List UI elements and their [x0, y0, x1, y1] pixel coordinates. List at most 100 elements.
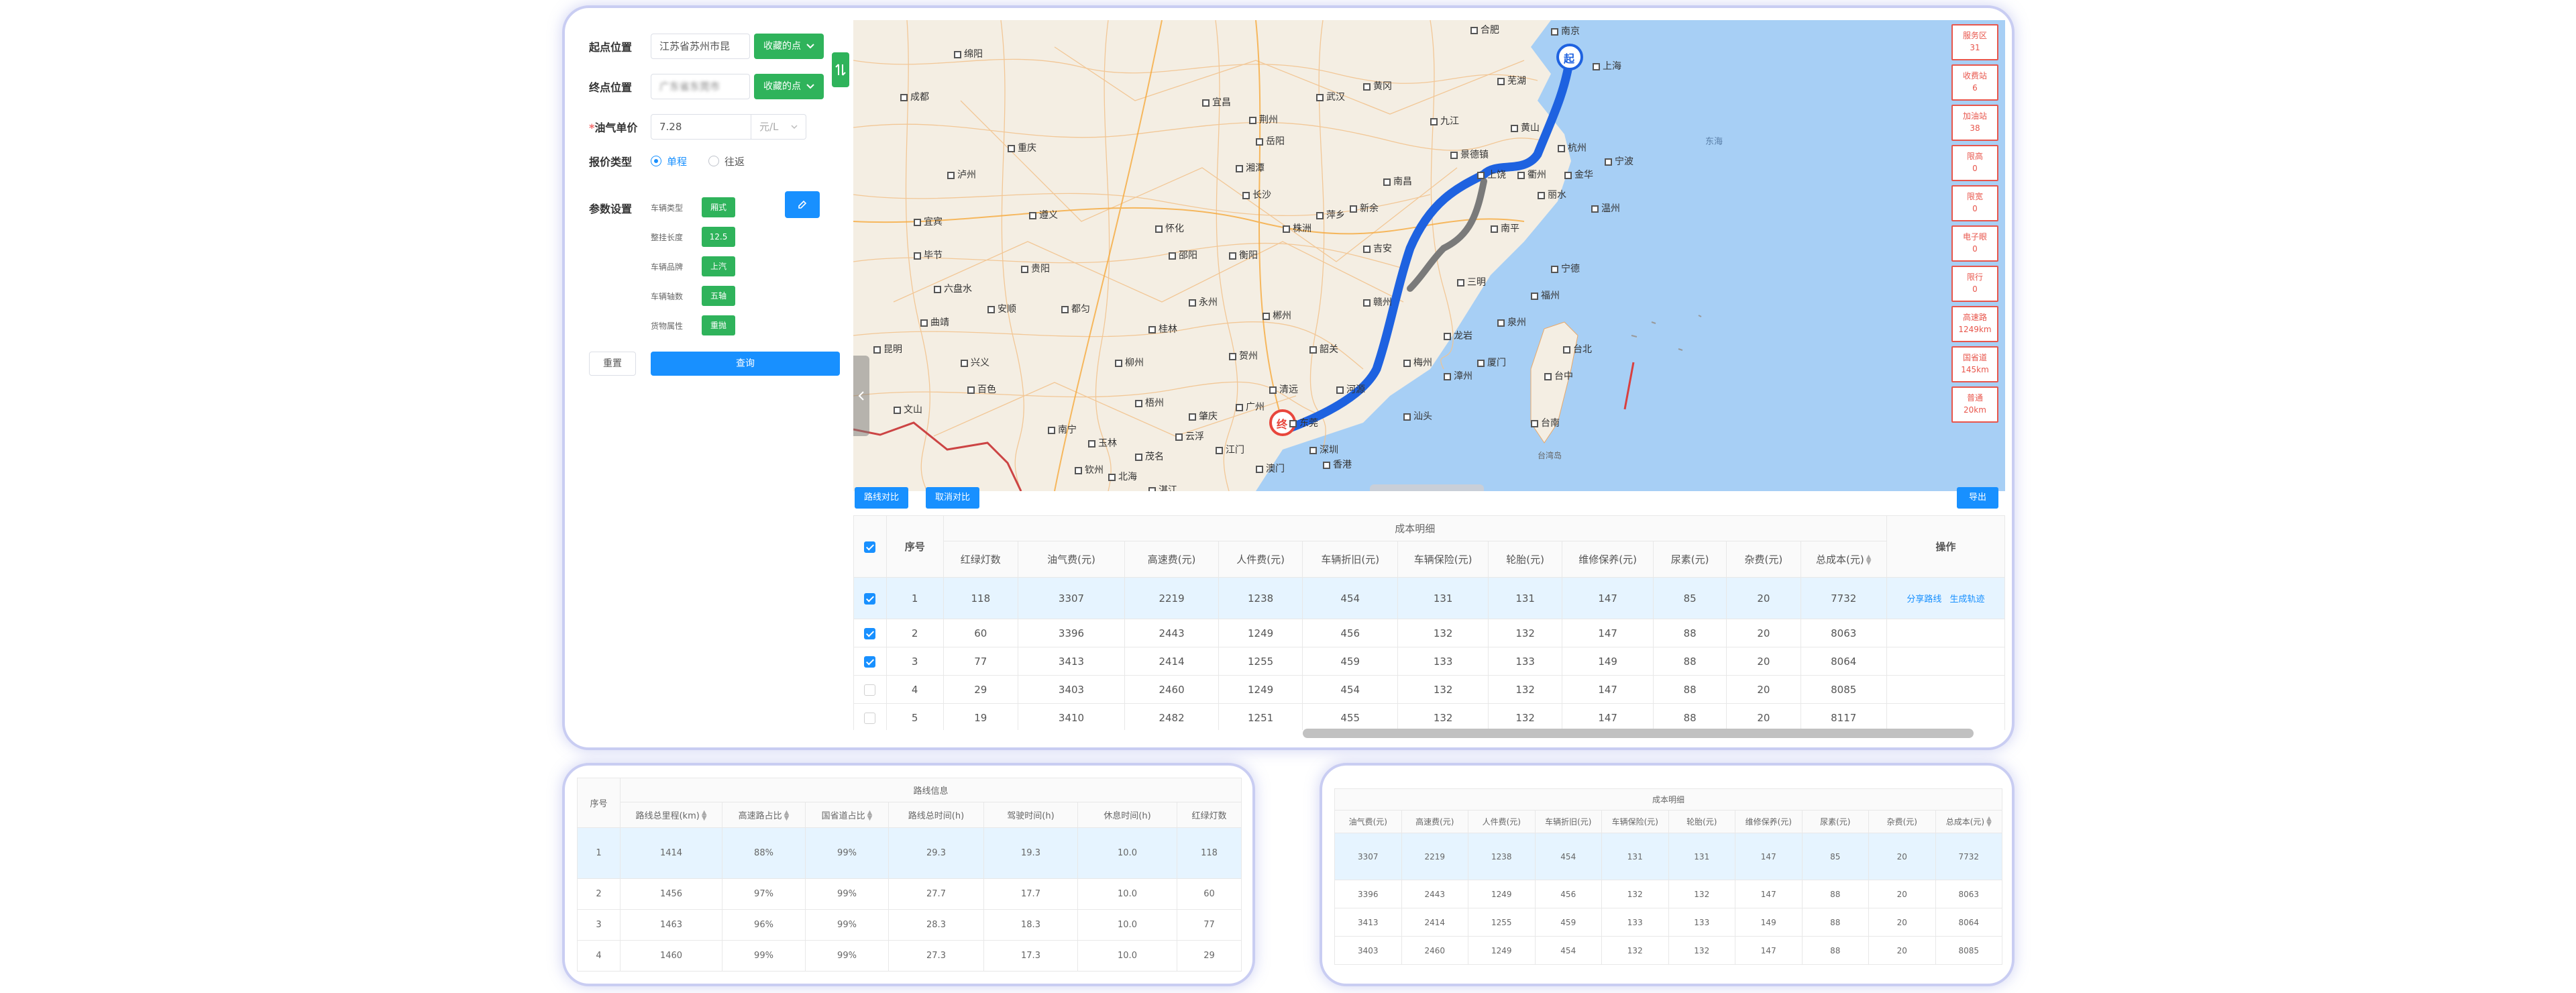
- side-filter-button[interactable]: 电子眼 0: [1951, 225, 1998, 262]
- param-value-tag[interactable]: 重抛: [702, 315, 735, 335]
- end-input[interactable]: 广东省东莞市: [651, 74, 750, 99]
- map-city: 曲靖: [920, 315, 949, 329]
- sort-icon[interactable]: ▲ ▼: [1866, 554, 1872, 566]
- select-all-cell[interactable]: [853, 515, 887, 578]
- table-row[interactable]: 4 1460 99% 99% 27.3 17.3 10.0 29: [577, 940, 1242, 972]
- table-cell: 18.3: [983, 909, 1078, 941]
- side-filter-button[interactable]: 限行 0: [1951, 266, 1998, 302]
- map-city: 清远: [1269, 382, 1298, 396]
- column-header-label: 路线总里程(km): [635, 811, 700, 821]
- column-header: 杂费(元): [1868, 810, 1936, 833]
- table-row[interactable]: 4 29 3403 2460 1249 454 132 132 147 88 20 8085: [853, 675, 2005, 704]
- side-filter-button[interactable]: 加油站 38: [1951, 105, 1998, 141]
- row-select-cell[interactable]: [853, 619, 887, 647]
- table-cell: 133: [1668, 908, 1735, 937]
- param-value-tag[interactable]: 上汽: [702, 256, 735, 276]
- chevron-down-icon: [806, 44, 814, 49]
- select-all-checkbox[interactable]: [864, 541, 876, 553]
- collapse-panel-button[interactable]: [853, 356, 869, 436]
- param-value-tag[interactable]: 12.5: [702, 227, 735, 247]
- side-filter-button[interactable]: 收费站 6: [1951, 64, 1998, 101]
- row-select-cell[interactable]: [853, 675, 887, 704]
- table-row[interactable]: 3 77 3413 2414 1255 459 133 133 149 88 20 8064: [853, 647, 2005, 676]
- row-select-cell[interactable]: [853, 577, 887, 619]
- side-filter-button[interactable]: 限高 0: [1951, 145, 1998, 181]
- table-row[interactable]: 3403 2460 1249 454 132 132 147 88 20 8085: [1334, 936, 2002, 965]
- start-input[interactable]: 江苏省苏州市昆: [651, 34, 750, 59]
- param-name: 整挂长度: [651, 232, 684, 242]
- table-cell: 10.0: [1077, 909, 1177, 941]
- row-checkbox[interactable]: [864, 656, 876, 668]
- row-checkbox[interactable]: [864, 592, 876, 605]
- query-button[interactable]: 查询: [651, 352, 840, 376]
- cancel-compare-button[interactable]: 取消对比: [926, 487, 980, 509]
- table-cell: 132: [1487, 703, 1563, 730]
- map-bottom-handle[interactable]: [1370, 484, 1484, 491]
- table-row[interactable]: 3 1463 96% 99% 28.3 18.3 10.0 77: [577, 909, 1242, 941]
- param-value-tag[interactable]: 五轴: [702, 286, 735, 306]
- table-row[interactable]: 3413 2414 1255 459 133 133 149 88 20 8064: [1334, 908, 2002, 937]
- row-checkbox[interactable]: [864, 627, 876, 639]
- quote-oneway-radio[interactable]: 单程: [651, 154, 687, 168]
- route-compare-button[interactable]: 路线对比: [855, 487, 909, 509]
- table-row[interactable]: 3396 2443 1249 456 132 132 147 88 20 8063: [1334, 880, 2002, 908]
- row-index: 3: [577, 909, 621, 941]
- start-favorites-button[interactable]: 收藏的点: [754, 34, 824, 59]
- side-filter-value: 0: [1972, 164, 1978, 173]
- table-cell: 3307: [1334, 833, 1402, 880]
- swap-button[interactable]: [832, 52, 849, 87]
- table-cell: 132: [1601, 880, 1669, 908]
- end-favorites-button[interactable]: 收藏的点: [754, 74, 824, 99]
- table-cell: 147: [1735, 833, 1803, 880]
- sort-icon[interactable]: ▲ ▼: [784, 810, 790, 822]
- column-header: 油气费(元): [1334, 810, 1402, 833]
- row-select-cell[interactable]: [853, 703, 887, 730]
- param-name: 货物属性: [651, 321, 684, 331]
- param-value-tag[interactable]: 厢式: [702, 197, 735, 217]
- table-row[interactable]: 2 1456 97% 99% 27.7 17.7 10.0 60: [577, 878, 1242, 910]
- share-route-link[interactable]: 分享路线: [1907, 594, 1941, 605]
- side-filter-button[interactable]: 限宽 0: [1951, 185, 1998, 221]
- map-city: 上海: [1593, 59, 1621, 72]
- side-filter-button[interactable]: 高速路 1249km: [1951, 306, 1998, 342]
- fuel-unit-select[interactable]: 元/L: [751, 114, 806, 140]
- table-row[interactable]: 1 1414 88% 99% 29.3 19.3 10.0 118: [577, 827, 1242, 879]
- end-favorites-label: 收藏的点: [763, 81, 801, 92]
- reset-button[interactable]: 重置: [589, 352, 636, 376]
- table-row[interactable]: 5 19 3410 2482 1251 455 132 132 147 88 20 8117: [853, 703, 2005, 730]
- row-checkbox[interactable]: [864, 712, 876, 724]
- table-cell: 60: [1176, 878, 1242, 910]
- side-filter-name: 收费站: [1962, 71, 1987, 81]
- sort-icon[interactable]: ▲ ▼: [1986, 816, 1992, 828]
- table-cell: 118: [1176, 827, 1242, 879]
- quote-roundtrip-radio[interactable]: 往返: [708, 154, 745, 168]
- table-cell: 131: [1397, 577, 1489, 619]
- sort-icon[interactable]: ▲ ▼: [702, 810, 707, 822]
- column-header-label: 人件费(元): [1482, 817, 1521, 827]
- generate-track-link[interactable]: 生成轨迹: [1949, 594, 1984, 605]
- side-filter-button[interactable]: 普通 20km: [1951, 386, 1998, 423]
- route-map[interactable]: 起 终 合肥 南京 上海 芜湖 武汉 黄冈 宜昌 荆州 成都 绵阳 宜宾 贵阳 …: [853, 20, 2005, 491]
- row-index: 2: [577, 878, 621, 910]
- map-city: 绵阳: [954, 47, 983, 60]
- row-select-cell[interactable]: [853, 647, 887, 676]
- table-scrollbar[interactable]: [1303, 729, 1974, 738]
- table-cell: 1249: [1468, 880, 1536, 908]
- side-filter-button[interactable]: 服务区 31: [1951, 24, 1998, 60]
- sort-icon[interactable]: ▲ ▼: [867, 810, 873, 822]
- map-city: 泉州: [1497, 315, 1526, 329]
- export-button[interactable]: 导出: [1957, 487, 1999, 509]
- table-row[interactable]: 2 60 3396 2443 1249 456 132 132 147 88 20 8063: [853, 619, 2005, 647]
- side-filter-name: 限宽: [1966, 192, 1983, 201]
- map-city: 茂名: [1135, 450, 1164, 463]
- table-row[interactable]: 1 118 3307 2219 1238 454 131 131 147 85 20 7732 分享路线…: [853, 577, 2005, 619]
- map-city: 肇庆: [1189, 409, 1218, 423]
- map-city: 丽水: [1538, 188, 1566, 201]
- table-row[interactable]: 3307 2219 1238 454 131 131 147 85 20 7732: [1334, 833, 2002, 880]
- fuel-price-input[interactable]: 7.28: [651, 114, 751, 140]
- table-cell: 147: [1562, 675, 1654, 704]
- edit-params-button[interactable]: [785, 191, 820, 218]
- side-filter-button[interactable]: 国省道 145km: [1951, 346, 1998, 382]
- params-row: 参数设置 车辆类型 厢式 整挂长度 12.5 车辆品牌 上汽 车辆轴数 五轴 货…: [589, 196, 735, 337]
- row-checkbox[interactable]: [864, 684, 876, 696]
